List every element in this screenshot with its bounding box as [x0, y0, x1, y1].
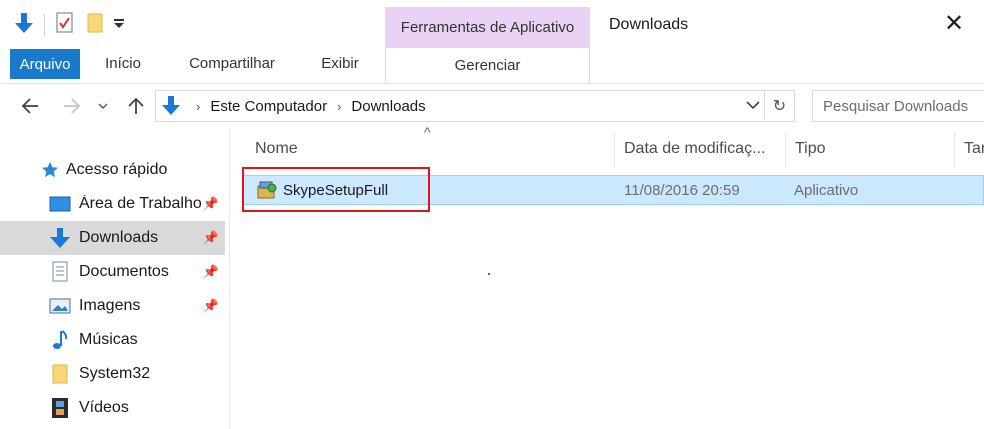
tab-inicio[interactable]: Início	[93, 48, 153, 79]
pin-icon[interactable]: 📌	[203, 264, 219, 280]
pin-icon[interactable]: 📌	[203, 196, 219, 212]
window-title: Downloads	[609, 16, 689, 33]
sidebar-item-documentos[interactable]: Documentos 📌	[0, 255, 225, 289]
sidebar-item-label: System32	[79, 365, 151, 382]
column-header-tipo[interactable]: Tipo	[786, 128, 954, 170]
recent-locations-chevron-icon[interactable]	[96, 94, 110, 118]
sidebar-item-label: Vídeos	[79, 399, 129, 416]
pin-icon[interactable]: 📌	[203, 230, 219, 246]
tab-compartilhar[interactable]: Compartilhar	[176, 48, 288, 79]
desktop-icon	[49, 193, 71, 215]
close-icon[interactable]: ✕	[944, 12, 964, 36]
up-arrow-icon[interactable]	[124, 94, 148, 118]
music-note-icon	[49, 329, 71, 351]
document-icon	[49, 261, 71, 283]
forward-arrow-icon[interactable]	[60, 94, 84, 118]
sidebar-item-videos[interactable]: Vídeos	[0, 391, 225, 425]
search-input[interactable]: Pesquisar Downloads	[812, 90, 984, 122]
sidebar-item-system32[interactable]: System32	[0, 357, 225, 391]
sidebar-item-label: Acesso rápido	[66, 161, 168, 178]
navigation-pane: Acesso rápido Área de Trabalho 📌 Downloa…	[0, 128, 230, 429]
refresh-icon[interactable]: ↻	[764, 91, 794, 121]
sidebar-item-label: Documentos	[79, 263, 169, 280]
sidebar-item-label: Músicas	[79, 331, 138, 348]
tab-gerenciar[interactable]: Gerenciar	[385, 50, 590, 81]
properties-checklist-icon[interactable]	[55, 11, 75, 39]
annotation-highlight-box	[242, 167, 430, 212]
file-modified: 11/08/2016 20:59	[624, 181, 740, 199]
customize-dropdown-icon[interactable]	[113, 16, 125, 34]
title-bar: Ferramentas de Aplicativo Downloads ✕	[0, 0, 984, 48]
column-header-nome[interactable]: Nome	[246, 128, 614, 170]
sidebar-item-downloads[interactable]: Downloads 📌	[0, 221, 225, 255]
address-dropdown-icon[interactable]	[746, 97, 760, 114]
sidebar-item-area-de-trabalho[interactable]: Área de Trabalho 📌	[0, 187, 225, 221]
column-header-data-modificacao[interactable]: Data de modificaç...	[615, 128, 785, 170]
breadcrumb-chevron-icon[interactable]: ›	[337, 99, 341, 114]
image-icon	[49, 295, 71, 317]
stray-mark	[488, 273, 490, 275]
download-arrow-icon	[162, 95, 180, 117]
tab-exibir[interactable]: Exibir	[310, 48, 370, 79]
tab-arquivo[interactable]: Arquivo	[10, 49, 80, 79]
down-arrow-icon[interactable]	[14, 11, 34, 39]
sidebar-item-label: Downloads	[79, 229, 159, 246]
star-icon	[40, 159, 60, 181]
address-row: › Este Computador › Downloads ↻ Pesquisa…	[0, 84, 984, 128]
sidebar-item-label: Imagens	[79, 297, 141, 314]
breadcrumb-chevron-icon[interactable]: ›	[196, 99, 200, 114]
context-group-label: Ferramentas de Aplicativo	[385, 7, 590, 48]
file-type: Aplicativo	[794, 181, 859, 199]
breadcrumb-downloads[interactable]: Downloads	[351, 98, 425, 115]
column-header-tamanho[interactable]: Tar	[955, 128, 984, 170]
toolbar-divider	[44, 14, 45, 36]
breadcrumb-este-computador[interactable]: Este Computador	[210, 98, 327, 115]
sidebar-item-imagens[interactable]: Imagens 📌	[0, 289, 225, 323]
new-folder-icon[interactable]	[87, 12, 105, 38]
folder-icon	[49, 363, 71, 385]
address-bar[interactable]: › Este Computador › Downloads ↻	[155, 90, 795, 122]
back-arrow-icon[interactable]	[18, 94, 42, 118]
pin-icon[interactable]: 📌	[203, 298, 219, 314]
quick-access-toolbar	[14, 10, 125, 40]
video-film-icon	[49, 397, 71, 419]
sidebar-item-musicas[interactable]: Músicas	[0, 323, 225, 357]
ribbon-tabs: Arquivo Início Compartilhar Exibir Geren…	[0, 48, 984, 84]
sidebar-item-label: Área de Trabalho	[79, 195, 201, 212]
download-arrow-icon	[49, 227, 71, 249]
sidebar-item-acesso-rapido[interactable]: Acesso rápido	[0, 153, 225, 187]
